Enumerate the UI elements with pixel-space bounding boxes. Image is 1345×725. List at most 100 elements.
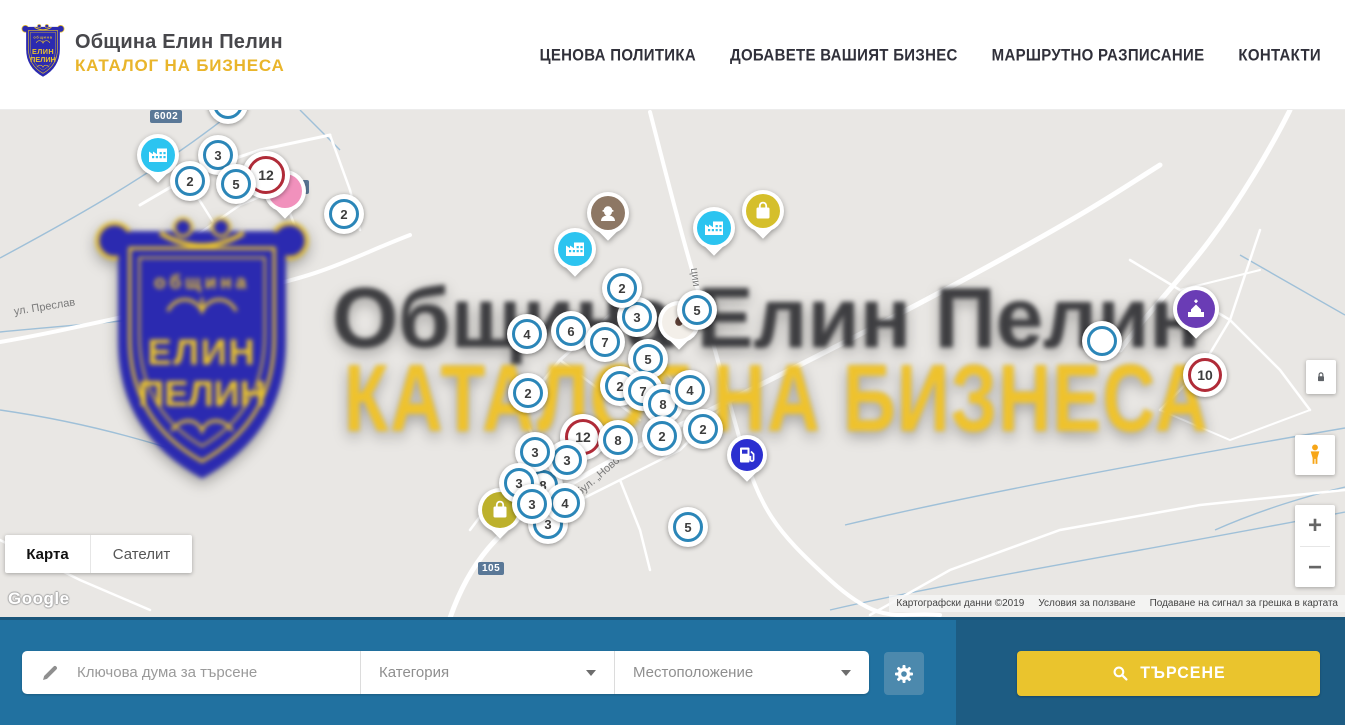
location-select-label: Местоположение	[633, 664, 753, 681]
cluster-marker[interactable]: 4	[670, 370, 710, 410]
cluster-count: 2	[699, 422, 706, 437]
cluster-count: 3	[563, 453, 570, 468]
cluster-count: 2	[524, 386, 531, 401]
cluster-count: 2	[186, 174, 193, 189]
cluster-count: 12	[258, 167, 274, 183]
fullscreen-lock-button[interactable]	[1306, 360, 1336, 394]
church-pin[interactable]	[1173, 286, 1219, 332]
fuel-icon	[735, 443, 759, 467]
cluster-count: 7	[601, 335, 608, 350]
search-button[interactable]: ТЪРСЕНЕ	[1017, 651, 1320, 696]
gear-icon	[892, 662, 916, 686]
bag-icon	[751, 199, 775, 223]
worker-pin[interactable]	[587, 192, 629, 234]
svg-text:ЕЛИН: ЕЛИН	[32, 47, 54, 56]
map-canvas[interactable]: 6002105ул. Преславбул. „Новоселции общин…	[0, 110, 1345, 617]
chevron-down-icon	[841, 670, 851, 676]
cluster-count: 4	[686, 383, 693, 398]
cluster-count: 5	[644, 352, 651, 367]
cluster-marker[interactable]: 2	[170, 161, 210, 201]
map-type-satellite-button[interactable]: Сателит	[90, 535, 192, 573]
category-select[interactable]: Категория	[360, 651, 614, 694]
site-title: Община Елин Пелин	[75, 31, 285, 54]
church-icon	[1184, 297, 1208, 321]
cluster-count: 2	[658, 429, 665, 444]
nav-item-add-business[interactable]: ДОБАВЕТЕ ВАШИЯТ БИЗНЕС	[730, 46, 958, 64]
category-select-label: Категория	[379, 664, 449, 681]
zoom-in-button[interactable]: +	[1295, 505, 1335, 546]
cluster-marker[interactable]: 2	[683, 409, 723, 449]
municipality-crest-icon: община ЕЛИН ПЕЛИН	[20, 21, 66, 85]
factory-icon	[146, 143, 170, 167]
cluster-marker[interactable]: 7	[585, 322, 625, 362]
cluster-count: 2	[618, 281, 625, 296]
cluster-count: 8	[659, 397, 666, 412]
advanced-search-button[interactable]	[884, 652, 924, 695]
cluster-count: 5	[693, 303, 700, 318]
cluster-count: 3	[528, 497, 535, 512]
cluster-count: 3	[214, 148, 221, 163]
factory-icon	[702, 216, 726, 240]
cluster-marker[interactable]: 2	[642, 416, 682, 456]
pegman-icon	[1302, 442, 1328, 468]
factory-icon	[563, 237, 587, 261]
page: община ЕЛИН ПЕЛИН Община Елин Пелин КАТА…	[0, 0, 1345, 725]
keyword-field	[22, 651, 360, 694]
site-subtitle: КАТАЛОГ НА БИЗНЕСА	[75, 56, 285, 76]
search-button-label: ТЪРСЕНЕ	[1140, 664, 1225, 683]
map-attribution: Картографски данни ©2019 Условия за полз…	[889, 595, 1345, 612]
search-bar: Категория Местоположение	[22, 651, 869, 694]
lock-icon	[1312, 368, 1330, 386]
search-input[interactable]	[75, 663, 360, 682]
location-select[interactable]: Местоположение	[614, 651, 869, 694]
zoom-control: + −	[1295, 505, 1335, 587]
factory-pin[interactable]	[693, 207, 735, 249]
header: община ЕЛИН ПЕЛИН Община Елин Пелин КАТА…	[0, 0, 1345, 110]
cluster-marker[interactable]: 5	[216, 164, 256, 204]
search-icon	[1111, 664, 1130, 683]
attribution-report-link[interactable]: Подаване на сигнал за грешка в картата	[1143, 598, 1345, 609]
nav-item-contacts[interactable]: КОНТАКТИ	[1238, 46, 1321, 64]
cluster-count: 10	[1197, 367, 1213, 383]
cluster-count: 2	[340, 207, 347, 222]
nav-item-pricing[interactable]: ЦЕНОВА ПОЛИТИКА	[540, 46, 696, 64]
markers-layer: 123252324567527842128228333343510	[0, 110, 1345, 617]
map-type-control: Карта Сателит	[5, 535, 192, 573]
site-logo[interactable]: община ЕЛИН ПЕЛИН Община Елин Пелин КАТА…	[20, 21, 285, 85]
chevron-down-icon	[586, 670, 596, 676]
nav-item-schedule[interactable]: МАРШРУТНО РАЗПИСАНИЕ	[992, 46, 1205, 64]
map-type-map-button[interactable]: Карта	[5, 535, 90, 573]
cluster-marker[interactable]: 10	[1183, 353, 1227, 397]
cluster-marker[interactable]: 3	[512, 484, 552, 524]
cluster-count: 4	[561, 496, 568, 511]
worker-icon	[596, 201, 620, 225]
cluster-count: 5	[232, 177, 239, 192]
cluster-marker[interactable]: 5	[677, 290, 717, 330]
bag-pin[interactable]	[742, 190, 784, 232]
factory-pin[interactable]	[554, 228, 596, 270]
fuel-pin[interactable]	[727, 435, 767, 475]
cluster-count: 4	[523, 327, 530, 342]
cluster-count: 3	[633, 310, 640, 325]
cluster-marker[interactable]	[208, 110, 248, 124]
svg-text:ПЕЛИН: ПЕЛИН	[30, 55, 56, 64]
cluster-marker[interactable]	[1082, 321, 1122, 361]
cluster-marker[interactable]: 2	[324, 194, 364, 234]
attribution-terms-link[interactable]: Условия за ползване	[1031, 598, 1142, 609]
cluster-marker[interactable]: 5	[668, 507, 708, 547]
pegman-streetview-button[interactable]	[1295, 435, 1335, 475]
main-nav: ЦЕНОВА ПОЛИТИКА ДОБАВЕТЕ ВАШИЯТ БИЗНЕС М…	[540, 0, 1321, 110]
cluster-marker[interactable]: 2	[602, 268, 642, 308]
cluster-count: 8	[614, 433, 621, 448]
bag-icon	[488, 498, 512, 522]
google-logo[interactable]: Google	[8, 589, 70, 609]
cluster-marker[interactable]: 8	[598, 420, 638, 460]
zoom-out-button[interactable]: −	[1295, 547, 1335, 588]
svg-text:община: община	[33, 35, 52, 39]
cluster-marker[interactable]: 2	[508, 373, 548, 413]
cluster-count: 5	[684, 520, 691, 535]
search-panel: Категория Местоположение ТЪРСЕНЕ	[0, 617, 1345, 725]
cluster-count: 3	[531, 445, 538, 460]
cluster-marker[interactable]: 4	[507, 314, 547, 354]
attribution-copyright: Картографски данни ©2019	[889, 598, 1031, 609]
